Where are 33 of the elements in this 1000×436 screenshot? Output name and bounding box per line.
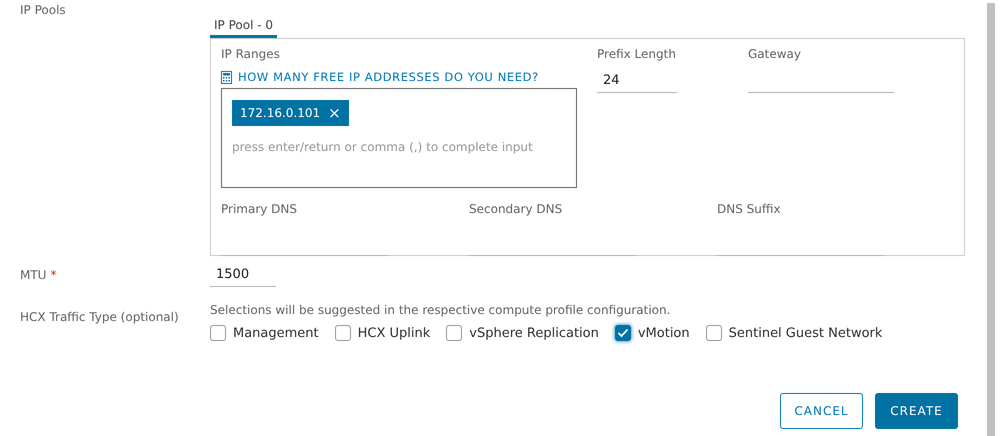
field-label: HCX Traffic Type (optional) — [20, 310, 179, 324]
cancel-button[interactable]: CANCEL — [780, 393, 863, 429]
field-label: DNS Suffix — [717, 202, 782, 216]
scrollbar[interactable] — [987, 3, 995, 436]
calculator-icon — [221, 70, 232, 84]
checkbox[interactable] — [210, 325, 226, 341]
checkbox[interactable] — [334, 325, 351, 341]
checkbox[interactable] — [446, 325, 462, 341]
field-label: Primary DNS — [221, 202, 298, 216]
tab[interactable]: IP Pool - 0 — [210, 14, 277, 38]
field-label: Prefix Length — [597, 47, 677, 61]
create-button[interactable]: CREATE — [875, 393, 958, 429]
remove-button[interactable]: × — [328, 104, 341, 122]
checkbox[interactable] — [614, 325, 631, 341]
field-label: IP Ranges — [221, 47, 280, 61]
text-field[interactable]: 24 — [597, 69, 677, 93]
option-label: Management — [233, 326, 319, 340]
option-label: Sentinel Guest Network — [728, 326, 882, 340]
field-label: MTU — [20, 268, 46, 282]
ip-range-field[interactable]: 172.16.0.101 × press enter/return or comma (,) to complete input — [221, 88, 577, 188]
option-label: vSphere Replication — [469, 326, 599, 340]
required-mark: * — [50, 268, 56, 282]
placeholder-text: press enter/return or comma (,) to complete input — [232, 140, 534, 154]
field-label: Gateway — [748, 47, 802, 61]
checkbox[interactable] — [706, 325, 722, 341]
field-label: IP Pools — [20, 3, 66, 17]
text-field[interactable]: 1500 — [210, 263, 276, 287]
help-text: Selections will be suggested in the respective compute profile configuration. — [210, 303, 670, 317]
field-label: Secondary DNS — [469, 202, 564, 216]
option-label: HCX Uplink — [358, 326, 430, 340]
option-label: vMotion — [638, 326, 690, 340]
ip-tag-text: 172.16.0.101 — [240, 106, 320, 120]
link[interactable]: HOW MANY FREE IP ADDRESSES DO YOU NEED? — [238, 70, 539, 84]
